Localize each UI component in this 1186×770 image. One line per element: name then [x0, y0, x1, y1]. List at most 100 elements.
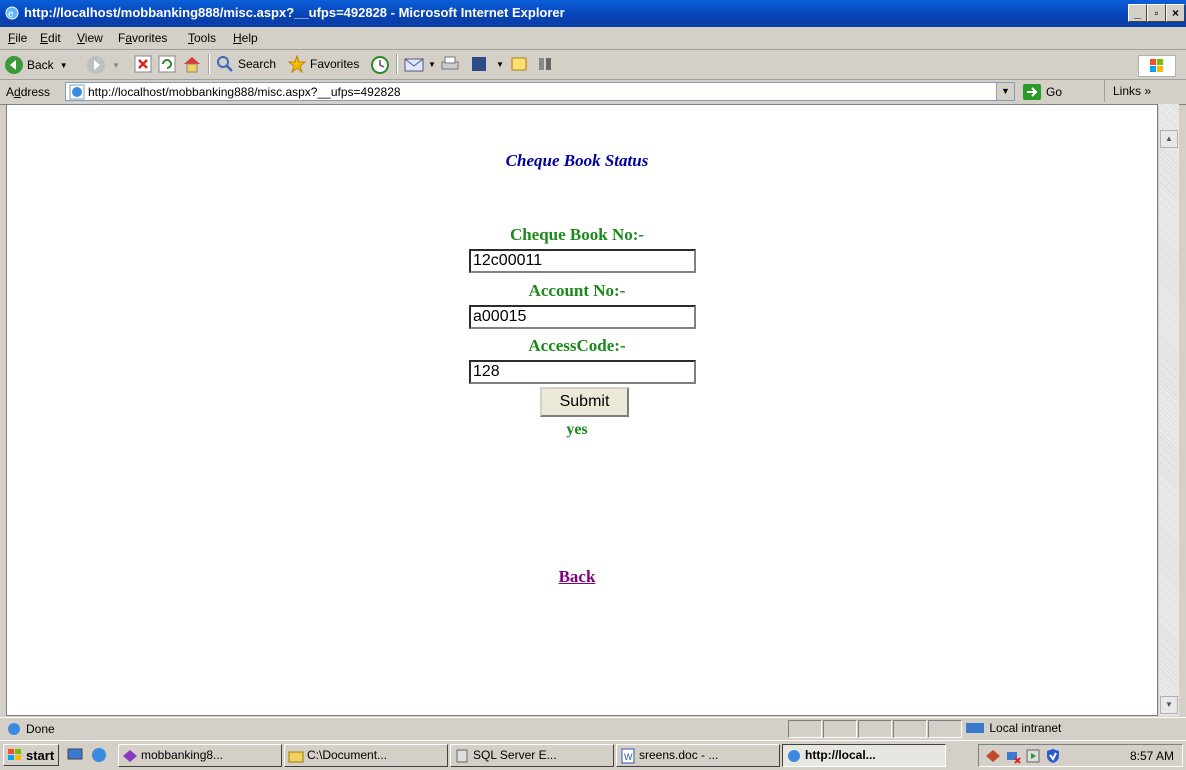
- close-button[interactable]: ×: [1166, 4, 1185, 22]
- taskbar-item-mobbanking[interactable]: mobbanking8...: [118, 744, 282, 767]
- home-icon: [184, 57, 200, 73]
- page-icon: [69, 84, 85, 100]
- ie-icon: e: [5, 6, 19, 20]
- back-dropdown-icon[interactable]: ▼: [60, 61, 68, 70]
- access-code-input[interactable]: [469, 360, 696, 384]
- stop-icon: [134, 55, 152, 73]
- home-button[interactable]: [182, 55, 202, 73]
- discuss-button[interactable]: [510, 55, 528, 73]
- forward-dropdown-icon[interactable]: ▼: [112, 61, 120, 70]
- print-icon: [441, 56, 459, 70]
- history-icon: [371, 56, 389, 74]
- title-bar: e http://localhost/mobbanking888/misc.as…: [0, 0, 1186, 27]
- taskbar-item-ie-active[interactable]: http://local...: [782, 744, 946, 767]
- maximize-button[interactable]: ▫: [1147, 4, 1166, 22]
- go-arrow-icon: [1023, 84, 1041, 100]
- address-label: Address: [6, 85, 51, 99]
- account-label: Account No:-: [528, 281, 626, 300]
- history-button[interactable]: [370, 55, 390, 75]
- toolbar: Back ▼ ▼ Search Favorites ▼ ▼: [0, 49, 1186, 80]
- tray-sql-agent-icon[interactable]: [1025, 748, 1041, 764]
- menu-tools[interactable]: Tools: [188, 31, 216, 45]
- address-url: http://localhost/mobbanking888/misc.aspx…: [88, 85, 401, 99]
- windows-flag-icon: [8, 749, 21, 760]
- tray-network-icon[interactable]: [1005, 748, 1021, 764]
- address-dropdown-icon[interactable]: ▼: [996, 83, 1014, 100]
- star-icon: [288, 55, 306, 73]
- refresh-button[interactable]: [158, 55, 176, 73]
- address-input[interactable]: http://localhost/mobbanking888/misc.aspx…: [65, 82, 1015, 101]
- sql-server-icon: [456, 749, 468, 763]
- toolbar-separator: [208, 54, 210, 74]
- stop-button[interactable]: [134, 55, 152, 73]
- clock: 8:57 AM: [1129, 749, 1174, 763]
- menu-bar: File Edit View Favorites Tools Help: [0, 27, 1186, 77]
- status-text: Done: [26, 722, 55, 736]
- address-bar: Address http://localhost/mobbanking888/m…: [0, 80, 1186, 105]
- result-text: yes: [566, 421, 588, 438]
- start-button[interactable]: start: [3, 744, 59, 766]
- folder-icon: [288, 751, 304, 763]
- status-bar: Done Local intranet: [0, 717, 1186, 740]
- window-title: http://localhost/mobbanking888/misc.aspx…: [24, 5, 565, 20]
- status-panel: [858, 720, 892, 738]
- toolbar-separator: [396, 54, 398, 74]
- vertical-scrollbar[interactable]: ▲ ▼: [1158, 104, 1179, 716]
- edit-page-icon: [472, 57, 486, 71]
- status-panel: [788, 720, 822, 738]
- page-viewport: Cheque Book Status Cheque Book No:- Acco…: [6, 104, 1158, 716]
- back-link[interactable]: Back: [559, 567, 596, 586]
- page-done-icon: [8, 723, 20, 735]
- links-button[interactable]: Links »: [1104, 80, 1151, 102]
- scroll-up-icon[interactable]: ▲: [1160, 130, 1178, 148]
- menu-view[interactable]: View: [77, 31, 103, 45]
- tray-vs-icon[interactable]: [985, 748, 1001, 764]
- taskbar: start mobbanking8... C:\Document... SQL …: [0, 740, 1186, 770]
- cheque-book-input[interactable]: [469, 249, 696, 273]
- svg-text:e: e: [8, 9, 14, 20]
- system-tray: 8:57 AM: [978, 744, 1183, 767]
- word-doc-icon: W: [621, 748, 635, 764]
- vs-icon: [123, 750, 137, 762]
- print-button[interactable]: [440, 55, 460, 73]
- account-input[interactable]: [469, 305, 696, 329]
- back-arrow-icon: [5, 56, 23, 74]
- cheque-book-label: Cheque Book No:-: [509, 225, 645, 244]
- status-panel: [893, 720, 927, 738]
- svg-text:W: W: [624, 752, 633, 762]
- ie-icon: [788, 750, 800, 762]
- local-intranet-icon: [966, 723, 984, 733]
- forward-arrow-icon: [87, 56, 105, 74]
- mail-icon: [404, 58, 424, 72]
- submit-button[interactable]: Submit: [540, 387, 629, 417]
- status-panel: [928, 720, 962, 738]
- taskbar-item-sql-server[interactable]: SQL Server E...: [450, 744, 614, 767]
- refresh-icon: [158, 55, 176, 73]
- tray-shield-icon[interactable]: [1045, 748, 1061, 764]
- menu-edit[interactable]: Edit: [40, 31, 61, 45]
- taskbar-item-word-doc[interactable]: W sreens.doc - ...: [616, 744, 780, 767]
- mail-button[interactable]: ▼: [404, 55, 436, 73]
- security-zone: Local intranet: [964, 720, 1154, 738]
- back-button[interactable]: Back ▼: [4, 55, 68, 75]
- search-button[interactable]: Search: [216, 55, 276, 73]
- menu-help[interactable]: Help: [233, 31, 258, 45]
- menu-file[interactable]: File: [8, 31, 27, 45]
- edit-button[interactable]: ▼: [470, 55, 504, 73]
- go-button[interactable]: Go: [1022, 83, 1062, 101]
- quicklaunch-desktop-icon[interactable]: [66, 746, 84, 767]
- page-title: Cheque Book Status: [505, 151, 649, 170]
- favorites-button[interactable]: Favorites: [288, 55, 359, 73]
- status-panel: [823, 720, 857, 738]
- scroll-down-icon[interactable]: ▼: [1160, 696, 1178, 714]
- messenger-button[interactable]: [536, 55, 556, 73]
- access-code-label: AccessCode:-: [528, 336, 626, 355]
- menu-favorites[interactable]: Favorites: [118, 31, 167, 45]
- messenger-icon: [539, 58, 551, 70]
- quicklaunch-ie-icon[interactable]: [90, 746, 108, 767]
- search-icon: [217, 56, 233, 72]
- note-icon: [511, 57, 527, 71]
- taskbar-item-documents[interactable]: C:\Document...: [284, 744, 448, 767]
- forward-button[interactable]: ▼: [86, 55, 120, 75]
- minimize-button[interactable]: _: [1128, 4, 1147, 22]
